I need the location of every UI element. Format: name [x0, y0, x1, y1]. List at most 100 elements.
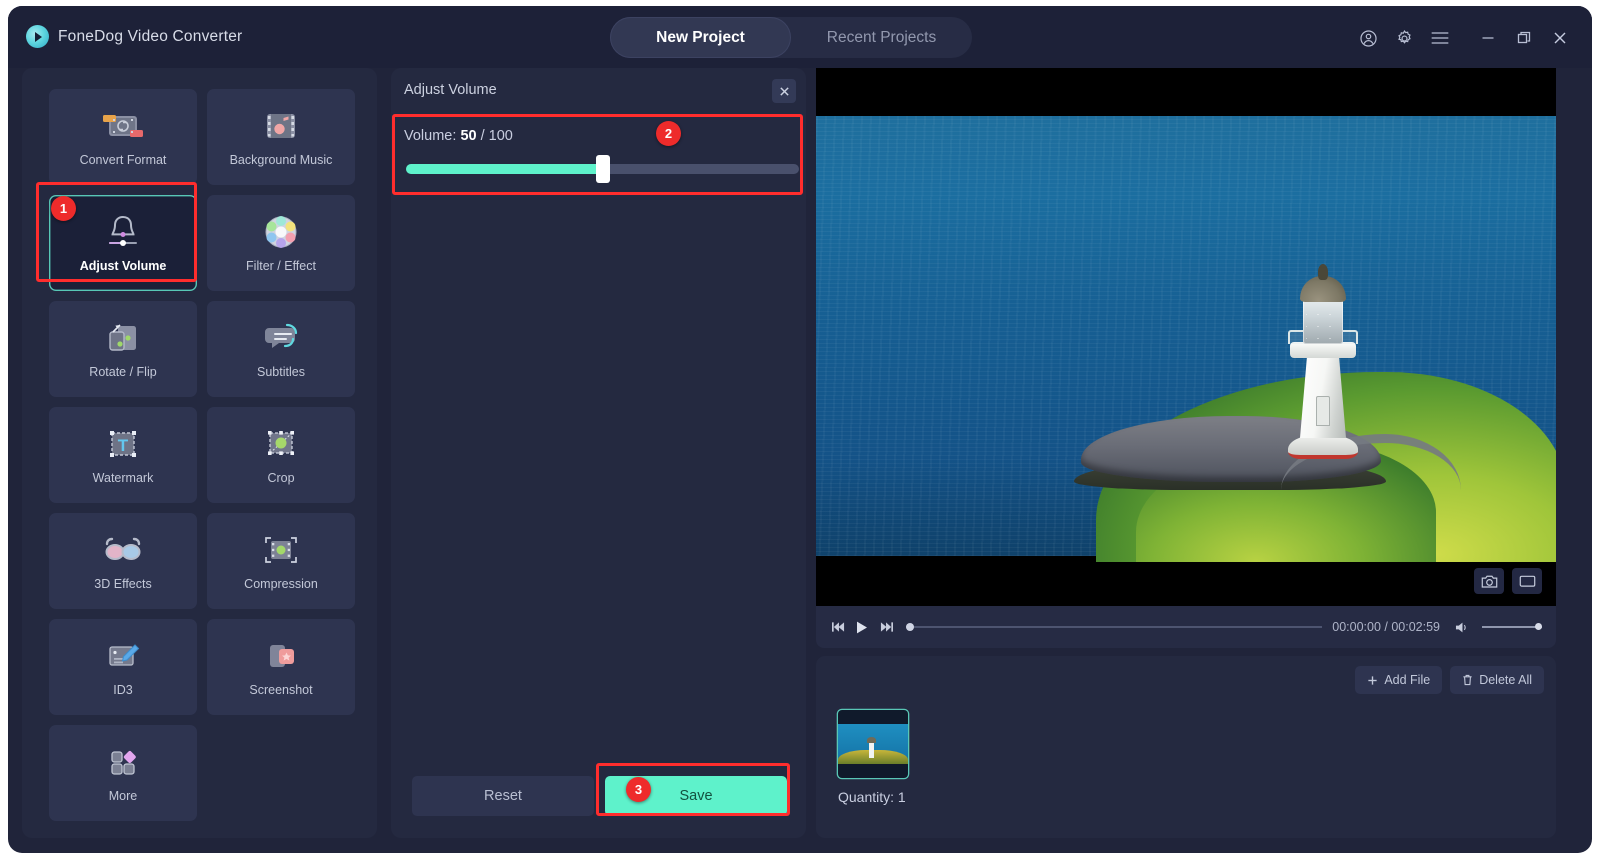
seek-track[interactable] — [906, 626, 1323, 628]
tool-label: 3D Effects — [94, 577, 152, 591]
compression-icon — [262, 531, 300, 569]
tool-rotate-flip[interactable]: Rotate / Flip — [49, 301, 197, 397]
volume-slider-thumb[interactable] — [595, 155, 610, 183]
file-thumbnail[interactable] — [838, 710, 908, 778]
player-volume-track[interactable] — [1482, 626, 1542, 628]
watermark-text-icon: T — [105, 425, 141, 463]
lighthouse-finial — [1318, 264, 1328, 280]
annotation-badge-2: 2 — [656, 121, 681, 146]
file-list-panel: Add File Delete All Quantity: 1 — [816, 656, 1556, 838]
volume-suffix: / 100 — [480, 128, 513, 144]
lighthouse-gallery — [1290, 342, 1356, 358]
filter-effect-icon — [262, 213, 300, 251]
app-title: FoneDog Video Converter — [58, 27, 243, 45]
convert-format-icon — [100, 107, 146, 145]
3d-glasses-icon — [102, 531, 144, 569]
tab-new-project[interactable]: New Project — [610, 17, 791, 58]
file-action-buttons: Add File Delete All — [1355, 666, 1544, 694]
thumbnail-lighthouse — [867, 737, 876, 758]
player-volume-thumb[interactable] — [1535, 623, 1542, 630]
plus-icon — [1368, 675, 1377, 685]
tool-more[interactable]: More — [49, 725, 197, 821]
id3-tag-edit-icon — [104, 637, 142, 675]
camera-icon[interactable] — [1474, 568, 1504, 594]
title-bar: FoneDog Video Converter New Project Rece… — [8, 6, 1592, 68]
tool-compression[interactable]: Compression — [207, 513, 355, 609]
play-circle-icon — [26, 25, 49, 48]
screenshot-icon — [262, 637, 300, 675]
preview-panel: 00:00:00 / 00:02:59 — [816, 68, 1556, 648]
tool-label: Crop — [267, 471, 295, 485]
trash-icon — [1463, 674, 1472, 686]
close-icon[interactable] — [772, 79, 796, 103]
annotation-badge-3: 3 — [626, 777, 651, 802]
tool-label: Adjust Volume — [79, 259, 167, 273]
annotation-badge-1: 1 — [51, 196, 76, 221]
fullscreen-icon[interactable] — [1512, 568, 1542, 594]
tool-label: More — [108, 789, 138, 803]
menu-hamburger-icon[interactable] — [1422, 24, 1458, 52]
delete-all-label: Delete All — [1479, 673, 1532, 687]
tool-filter-effect[interactable]: Filter / Effect — [207, 195, 355, 291]
video-overlay-buttons — [1474, 568, 1542, 594]
settings-gear-icon[interactable] — [1386, 24, 1422, 52]
add-file-button[interactable]: Add File — [1355, 666, 1443, 694]
panel-header: Adjust Volume — [391, 68, 806, 114]
app-window: FoneDog Video Converter New Project Rece… — [8, 6, 1592, 853]
lighthouse-lantern — [1303, 298, 1343, 344]
lighthouse-base — [1288, 435, 1358, 459]
account-icon[interactable] — [1350, 24, 1386, 52]
skip-next-icon[interactable] — [874, 615, 898, 639]
play-icon[interactable] — [850, 615, 874, 639]
adjust-volume-panel: Adjust Volume Volume: 50 / 100 Reset Sav… — [391, 68, 806, 838]
tools-grid: Convert Format Background Music Adjust V… — [49, 89, 355, 821]
skip-previous-icon[interactable] — [826, 615, 850, 639]
video-preview[interactable] — [816, 68, 1556, 606]
tool-id3[interactable]: ID3 — [49, 619, 197, 715]
player-volume-slider[interactable] — [1482, 623, 1542, 630]
subtitles-icon — [261, 319, 301, 357]
tool-screenshot[interactable]: Screenshot — [207, 619, 355, 715]
volume-control-block: Volume: 50 / 100 — [395, 114, 802, 199]
seek-bar[interactable] — [906, 623, 1323, 631]
tool-3d-effects[interactable]: 3D Effects — [49, 513, 197, 609]
tool-crop[interactable]: Crop — [207, 407, 355, 503]
player-controls: 00:00:00 / 00:02:59 — [816, 606, 1556, 648]
maximize-icon[interactable] — [1506, 24, 1542, 52]
volume-slider-fill — [406, 164, 603, 174]
tool-background-music[interactable]: Background Music — [207, 89, 355, 185]
video-frame — [816, 116, 1556, 562]
rotate-flip-icon — [104, 319, 142, 357]
panel-actions: Reset Save — [391, 776, 806, 816]
tool-label: Subtitles — [257, 365, 305, 379]
volume-value: 50 — [460, 128, 477, 144]
tool-label: Watermark — [92, 471, 154, 485]
lighthouse-door — [1316, 396, 1330, 426]
adjust-volume-bell-icon — [100, 213, 146, 251]
close-icon[interactable] — [1542, 24, 1578, 52]
svg-text:T: T — [118, 436, 129, 455]
tool-convert-format[interactable]: Convert Format — [49, 89, 197, 185]
add-file-label: Add File — [1384, 673, 1431, 687]
speaker-icon[interactable] — [1450, 615, 1474, 639]
time-display: 00:00:00 / 00:02:59 — [1332, 620, 1440, 634]
background-music-icon — [262, 107, 300, 145]
tool-watermark[interactable]: T Watermark — [49, 407, 197, 503]
tab-recent-projects[interactable]: Recent Projects — [791, 17, 972, 58]
window-controls — [1350, 24, 1578, 52]
crop-icon — [263, 425, 299, 463]
brand: FoneDog Video Converter — [26, 25, 242, 48]
reset-button[interactable]: Reset — [412, 776, 594, 816]
tool-label: Filter / Effect — [246, 259, 316, 273]
volume-prefix: Volume: — [404, 128, 457, 144]
quantity-label: Quantity: 1 — [838, 789, 906, 805]
tools-panel: Convert Format Background Music Adjust V… — [22, 68, 377, 838]
volume-slider[interactable] — [406, 155, 799, 183]
volume-label: Volume: 50 / 100 — [404, 128, 513, 144]
tool-subtitles[interactable]: Subtitles — [207, 301, 355, 397]
more-grid-icon — [104, 743, 142, 781]
tool-label: Background Music — [229, 153, 333, 167]
seek-thumb[interactable] — [906, 623, 914, 631]
minimize-icon[interactable] — [1470, 24, 1506, 52]
delete-all-button[interactable]: Delete All — [1450, 666, 1544, 694]
